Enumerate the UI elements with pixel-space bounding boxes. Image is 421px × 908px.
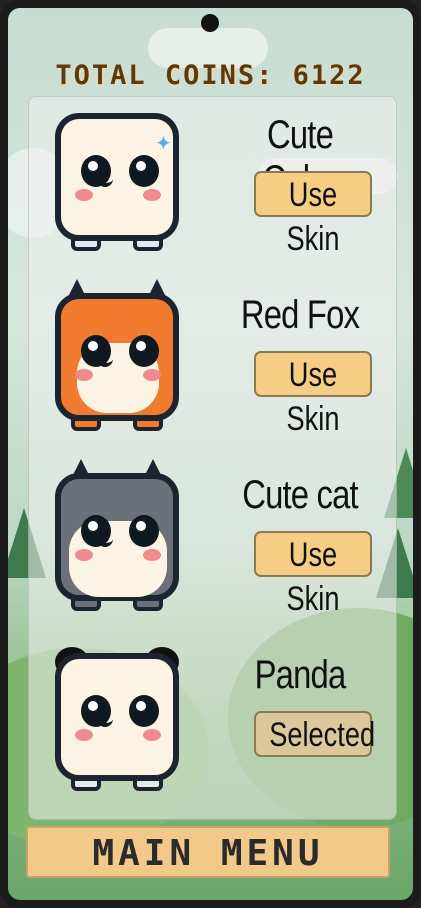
skin-list-panel: ✦ Cute Cube Use Skin — [28, 96, 397, 820]
skin-name: Panda — [254, 653, 347, 697]
total-coins-label: TOTAL COINS: — [55, 60, 275, 91]
camera-notch — [201, 14, 219, 32]
skin-row-cute-cube: ✦ Cute Cube Use Skin — [29, 103, 396, 283]
use-skin-button-red-fox[interactable]: Use Skin — [254, 351, 372, 438]
total-coins-value: 6122 — [292, 60, 366, 91]
button-label: Selected — [269, 716, 376, 754]
skin-name: Cute cat — [242, 473, 358, 517]
fox-character-icon — [43, 279, 193, 453]
cat-character-icon — [43, 459, 193, 633]
use-skin-button-cute-cube[interactable]: Use Skin — [254, 171, 372, 258]
skin-name: Red Fox — [240, 293, 360, 337]
cube-character-icon: ✦ — [43, 103, 193, 273]
button-label: Use Skin — [286, 356, 340, 438]
game-screen: TOTAL COINS: 6122 ✦ Cute Cube Use Sk — [8, 8, 413, 900]
button-label: Use Skin — [286, 536, 340, 618]
sparkle-icon: ✦ — [155, 131, 172, 155]
panda-character-icon — [43, 643, 193, 813]
skin-row-red-fox: Red Fox Use Skin — [29, 279, 396, 463]
selected-skin-button-panda[interactable]: Selected — [254, 711, 376, 757]
button-label: Use Skin — [286, 176, 340, 258]
phone-frame: TOTAL COINS: 6122 ✦ Cute Cube Use Sk — [0, 0, 421, 908]
total-coins-display: TOTAL COINS: 6122 — [8, 60, 413, 91]
use-skin-button-cute-cat[interactable]: Use Skin — [254, 531, 372, 618]
skin-row-panda: Panda Selected — [29, 643, 396, 823]
skin-row-cute-cat: Cute cat Use Skin — [29, 459, 396, 643]
main-menu-button[interactable]: MAIN MENU — [26, 826, 390, 878]
